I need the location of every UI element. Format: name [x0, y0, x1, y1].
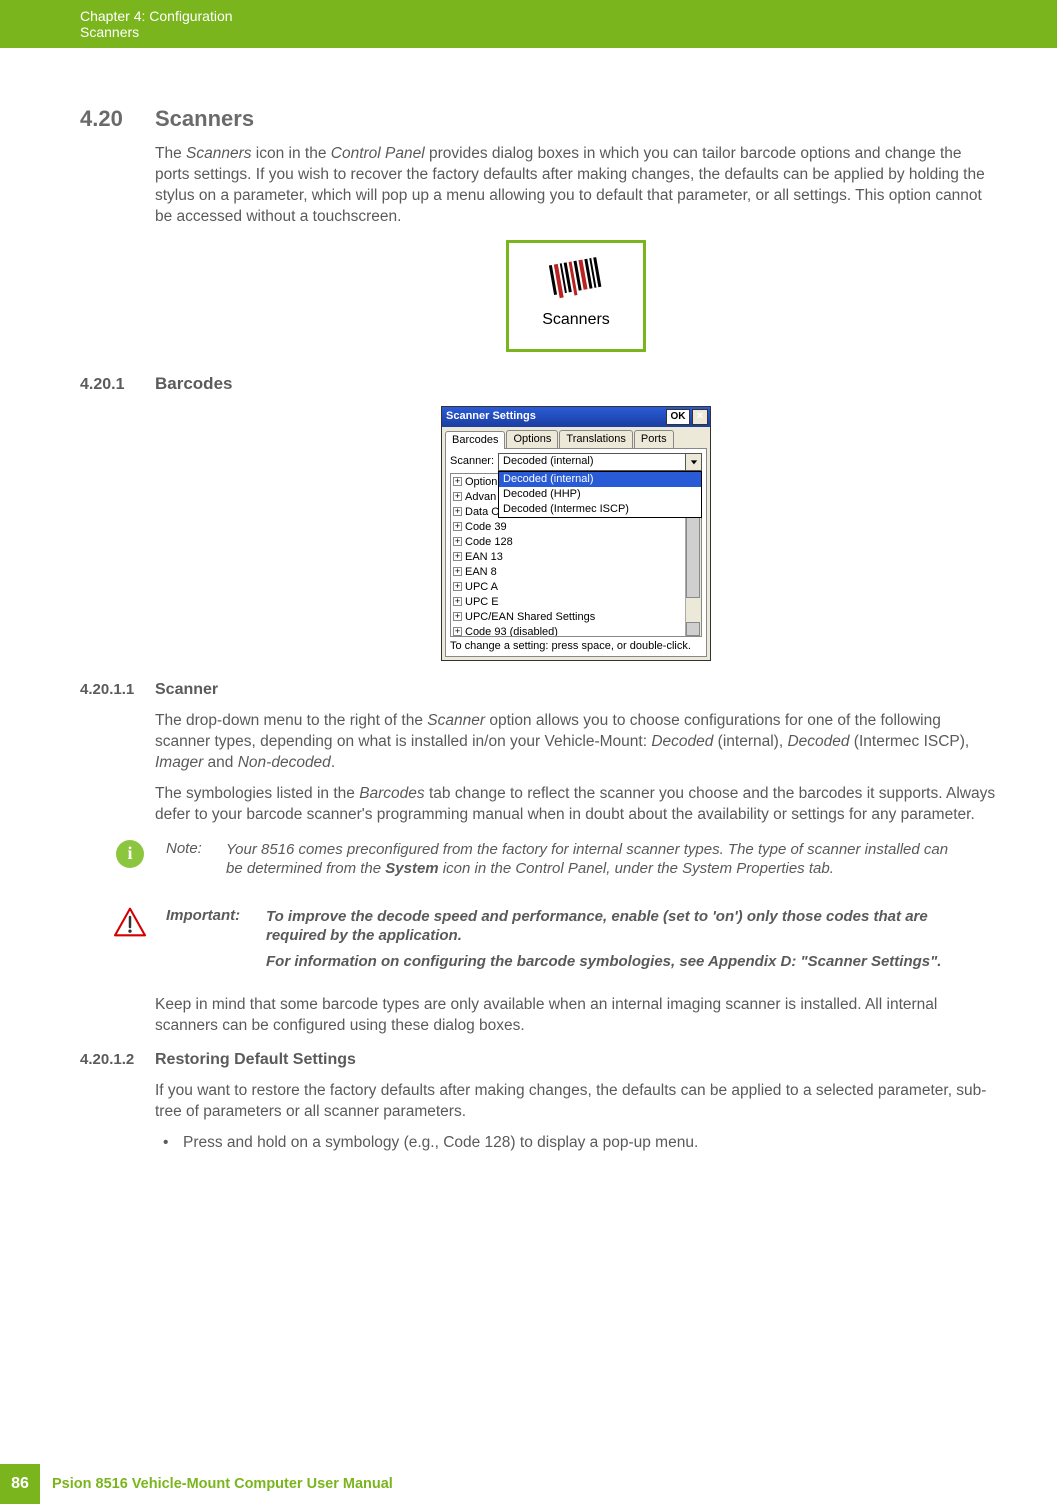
settings-hint: To change a setting: press space, or dou…: [450, 640, 702, 653]
scrollbar-down-icon[interactable]: [686, 622, 700, 636]
tree-expand-icon[interactable]: +: [453, 477, 462, 486]
tree-expand-icon[interactable]: +: [453, 567, 462, 576]
tree-node[interactable]: Option: [465, 476, 497, 488]
book-title: Psion 8516 Vehicle-Mount Computer User M…: [52, 1476, 393, 1492]
tree-node[interactable]: UPC E: [465, 596, 499, 608]
tree-node[interactable]: UPC A: [465, 581, 498, 593]
tab-ports[interactable]: Ports: [634, 430, 674, 448]
section-title-scanner: Scanner: [155, 681, 218, 699]
tree-expand-icon[interactable]: +: [453, 582, 462, 591]
scanner-dropdown[interactable]: Decoded (internal) Decoded (HHP) Decoded…: [498, 471, 702, 518]
tree-node[interactable]: Code 93 (disabled): [465, 626, 558, 637]
page-header-banner: Chapter 4: Configuration Scanners: [0, 0, 1057, 48]
tree-expand-icon[interactable]: +: [453, 507, 462, 516]
info-icon: [116, 840, 144, 868]
tab-strip: Barcodes Options Translations Ports: [442, 427, 710, 448]
tab-options[interactable]: Options: [506, 430, 558, 448]
section-number-4-20-1: 4.20.1: [80, 376, 155, 394]
tree-node[interactable]: Advan: [465, 491, 496, 503]
close-button[interactable]: ×: [692, 409, 708, 425]
important-label: Important:: [166, 907, 256, 978]
section-title-restoring: Restoring Default Settings: [155, 1051, 356, 1069]
tree-expand-icon[interactable]: +: [453, 627, 462, 636]
window-titlebar: Scanner Settings OK ×: [442, 407, 710, 427]
tree-expand-icon[interactable]: +: [453, 537, 462, 546]
section-number-4-20-1-2: 4.20.1.2: [80, 1051, 155, 1068]
s42011-paragraph-2: The symbologies listed in the Barcodes t…: [155, 784, 997, 826]
scanner-label: Scanner:: [450, 454, 494, 469]
s42012-bullet-1: Press and hold on a symbology (e.g., Cod…: [155, 1133, 997, 1154]
tree-expand-icon[interactable]: +: [453, 597, 462, 606]
scanner-selected: Decoded (internal): [503, 454, 685, 469]
tree-expand-icon[interactable]: +: [453, 522, 462, 531]
page-number: 86: [0, 1464, 40, 1504]
scanners-icon-label: Scanners: [542, 309, 610, 331]
tree-expand-icon[interactable]: +: [453, 552, 462, 561]
important-body: To improve the decode speed and performa…: [266, 907, 957, 978]
tree-expand-icon[interactable]: +: [453, 492, 462, 501]
dropdown-option[interactable]: Decoded (HHP): [499, 487, 701, 502]
ok-button[interactable]: OK: [666, 409, 690, 425]
tree-node[interactable]: Code 39: [465, 521, 507, 533]
s420-paragraph-1: The Scanners icon in the Control Panel p…: [155, 144, 997, 228]
section-number-4-20: 4.20: [80, 106, 155, 132]
section-number-4-20-1-1: 4.20.1.1: [80, 681, 155, 698]
tab-barcodes[interactable]: Barcodes: [445, 431, 505, 449]
barcode-icon: [545, 256, 607, 305]
scanner-settings-window: Scanner Settings OK × Barcodes Options T…: [441, 406, 711, 661]
warning-icon: [113, 907, 147, 937]
scanners-icon-frame: Scanners: [506, 240, 646, 352]
tree-expand-icon[interactable]: +: [453, 612, 462, 621]
section-title-scanners: Scanners: [155, 106, 254, 132]
header-chapter: Chapter 4: Configuration: [80, 8, 233, 24]
header-section: Scanners: [80, 24, 233, 40]
scanner-combobox[interactable]: Decoded (internal) Decoded (internal) De…: [498, 453, 702, 471]
dropdown-arrow-icon[interactable]: [685, 454, 701, 470]
page-footer: 86 Psion 8516 Vehicle-Mount Computer Use…: [0, 1464, 1057, 1504]
tree-node[interactable]: UPC/EAN Shared Settings: [465, 611, 595, 623]
note-body: Your 8516 comes preconfigured from the f…: [226, 840, 957, 879]
s42011-paragraph-1: The drop-down menu to the right of the S…: [155, 711, 997, 774]
s42011-paragraph-3: Keep in mind that some barcode types are…: [155, 995, 997, 1037]
s42012-paragraph-1: If you want to restore the factory defau…: [155, 1081, 997, 1123]
tree-node[interactable]: EAN 13: [465, 551, 503, 563]
section-title-barcodes: Barcodes: [155, 374, 232, 394]
tab-translations[interactable]: Translations: [559, 430, 633, 448]
dropdown-option[interactable]: Decoded (Intermec ISCP): [499, 502, 701, 517]
window-title: Scanner Settings: [446, 409, 666, 424]
tree-node[interactable]: Code 128: [465, 536, 513, 548]
dropdown-option[interactable]: Decoded (internal): [499, 472, 701, 487]
note-label: Note:: [166, 840, 216, 879]
tree-node[interactable]: EAN 8: [465, 566, 497, 578]
